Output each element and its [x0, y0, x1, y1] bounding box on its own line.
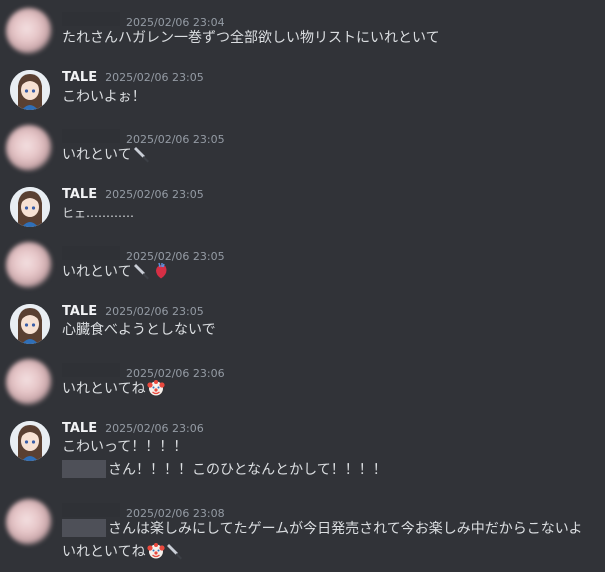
message-text-content: いれといて — [62, 264, 132, 280]
clown-face-icon — [146, 380, 165, 396]
message-text-content: いれといてね — [62, 544, 146, 560]
message-text: 心臓食べようとしないで — [62, 322, 216, 338]
anatomical-heart-icon — [155, 262, 167, 279]
message-text: さん！！！！このひとなんとかして！！！！ — [62, 460, 387, 480]
username[interactable]: TALE — [62, 304, 97, 319]
timestamp: 2025/02/06 23:05 — [105, 71, 204, 84]
message-text: ヒェ………… — [62, 206, 135, 220]
avatar[interactable] — [6, 8, 52, 54]
redacted-username — [62, 12, 120, 26]
message-text-content: さん！！！！このひとなんとかして！！！！ — [108, 462, 387, 478]
redacted-username — [62, 503, 120, 517]
clown-face-icon — [146, 543, 165, 559]
avatar[interactable] — [10, 304, 50, 344]
redacted-username — [62, 246, 120, 260]
username[interactable]: TALE — [62, 421, 97, 436]
redacted-mention — [62, 519, 106, 537]
timestamp: 2025/02/06 23:05 — [105, 305, 204, 318]
avatar[interactable] — [6, 359, 52, 405]
message-text: こわいって！！！！ — [62, 439, 188, 455]
message-text: いれといて — [62, 145, 151, 165]
redacted-username — [62, 363, 120, 377]
redacted-mention — [62, 460, 106, 478]
message-text-content: いれといて — [62, 147, 132, 163]
timestamp: 2025/02/06 23:06 — [105, 422, 204, 435]
avatar[interactable] — [10, 70, 50, 110]
avatar[interactable] — [10, 421, 50, 461]
chat-log: 2025/02/06 23:04 たれさんハガレン一巻ずつ全部欲しい物リストにい… — [0, 0, 605, 572]
tale-avatar-icon — [10, 70, 50, 110]
knife-icon — [133, 147, 149, 163]
message-text: いれといて — [62, 262, 170, 282]
redacted-username — [62, 129, 120, 143]
username[interactable]: TALE — [62, 187, 97, 202]
username[interactable]: TALE — [62, 70, 97, 85]
message-text: たれさんハガレン一巻ずつ全部欲しい物リストにいれといて — [62, 30, 440, 46]
knife-icon — [133, 264, 149, 280]
timestamp: 2025/02/06 23:05 — [105, 188, 204, 201]
avatar[interactable] — [6, 242, 52, 288]
message-text-content: いれといてね — [62, 381, 146, 397]
knife-icon — [166, 544, 182, 560]
message-text: いれといてね — [62, 379, 165, 399]
message-text-content: さんは楽しみにしてたゲームが今日発売されて今お楽しみ中だからこないよ — [108, 521, 583, 537]
tale-avatar-icon — [10, 187, 50, 227]
message-text: こわいよぉ！ — [62, 89, 146, 105]
avatar[interactable] — [6, 125, 52, 171]
tale-avatar-icon — [10, 421, 50, 461]
message-text: さんは楽しみにしてたゲームが今日発売されて今お楽しみ中だからこないよ — [62, 519, 582, 539]
tale-avatar-icon — [10, 304, 50, 344]
message-text: いれといてね — [62, 542, 184, 562]
avatar[interactable] — [6, 499, 52, 545]
avatar[interactable] — [10, 187, 50, 227]
